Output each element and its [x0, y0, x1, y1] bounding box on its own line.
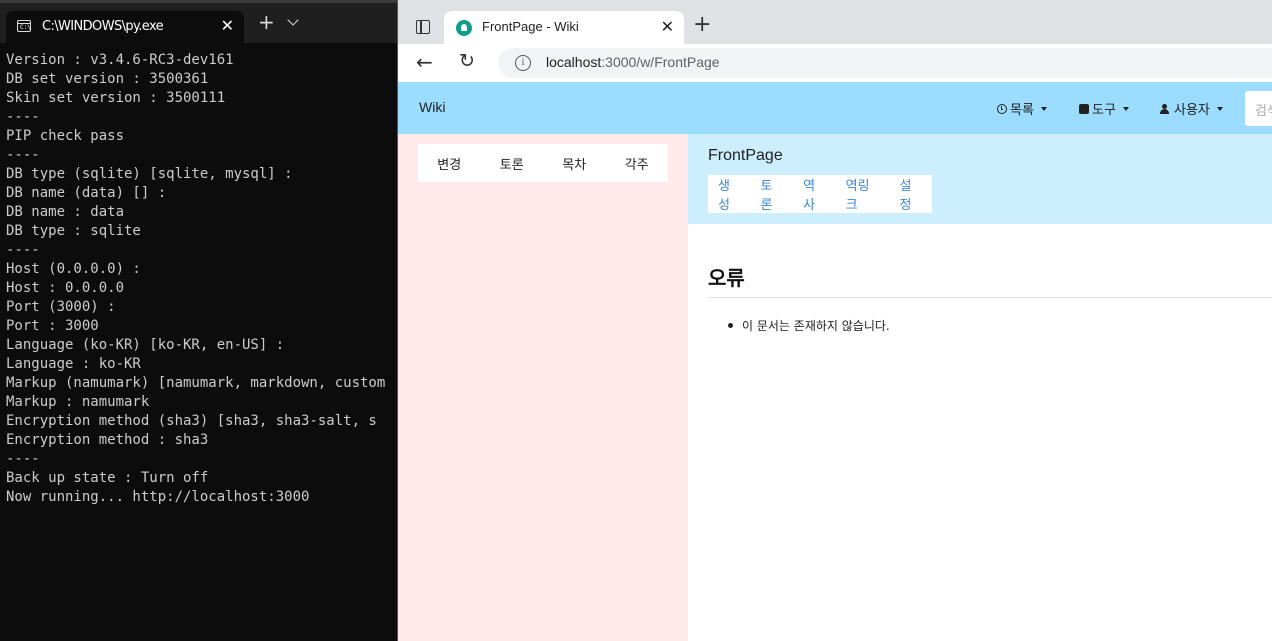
new-tab-icon[interactable]: + — [693, 14, 711, 36]
terminal-tab-bar: C:\ C:\WINDOWS\py.exe ✕ + — [0, 3, 398, 43]
terminal-line: Host : 0.0.0.0 — [6, 280, 125, 296]
clock-icon — [997, 103, 1007, 114]
bullet-icon — [728, 323, 733, 328]
browser-tab-active[interactable]: FrontPage - Wiki ✕ — [444, 11, 684, 44]
terminal-line: ---- — [6, 147, 40, 163]
nav-user-label: 사용자 — [1174, 103, 1210, 118]
back-arrow-icon[interactable]: ← — [416, 52, 436, 72]
sidebar-item-footnotes[interactable]: 각주 — [625, 154, 649, 173]
error-heading: 오류 — [708, 266, 745, 290]
address-bar[interactable]: i localhost:3000/w/FrontPage — [498, 48, 1272, 78]
terminal-line: Language : ko-KR — [6, 356, 141, 372]
terminal-line: Port (3000) : — [6, 299, 116, 315]
terminal-line: Encryption method : sha3 — [6, 432, 209, 448]
wiki-brand[interactable]: Wiki — [419, 99, 445, 115]
wiki-navbar: Wiki 목록 도구 사용자 검색 — [398, 82, 1272, 134]
nav-list-label: 목록 — [1010, 103, 1034, 118]
tab-actions-icon[interactable] — [416, 20, 430, 34]
browser-toolbar: ← ↻ i localhost:3000/w/FrontPage — [398, 44, 1272, 83]
nav-list-dropdown[interactable]: 목록 — [997, 99, 1047, 118]
browser-window: FrontPage - Wiki ✕ + ← ↻ i localhost:300… — [397, 0, 1272, 641]
terminal-tab-title: C:\WINDOWS\py.exe — [42, 19, 164, 34]
terminal-line: Skin set version : 3500111 — [6, 90, 226, 106]
terminal-line: DB type (sqlite) [sqlite, mysql] : — [6, 166, 293, 182]
terminal-line: Host (0.0.0.0) : — [6, 261, 141, 277]
terminal-line: Now running... http://localhost:3000 — [6, 489, 310, 505]
search-input[interactable]: 검색 — [1245, 91, 1272, 126]
sidebar-item-discussion[interactable]: 토론 — [500, 154, 524, 173]
sidebar-item-changes[interactable]: 변경 — [437, 154, 461, 173]
reload-icon[interactable]: ↻ — [459, 51, 479, 71]
nav-tools-dropdown[interactable]: 도구 — [1079, 99, 1129, 118]
heading-divider — [708, 297, 1272, 298]
terminal-line: Language (ko-KR) [ko-KR, en-US] : — [6, 337, 285, 353]
document-menu: 생성 토론 역사 역링크 설정 — [708, 175, 932, 213]
terminal-icon-text: C:\ — [20, 24, 31, 31]
tools-icon — [1079, 103, 1089, 114]
new-tab-icon[interactable]: + — [258, 12, 275, 32]
caret-down-icon — [1122, 106, 1129, 111]
info-icon[interactable]: i — [515, 55, 531, 71]
nav-tools-label: 도구 — [1092, 103, 1116, 118]
doc-menu-settings[interactable]: 설정 — [899, 175, 922, 213]
chevron-down-icon[interactable] — [287, 14, 299, 26]
wiki-sidebar: 변경 토론 목차 각주 — [398, 134, 688, 641]
document-content: 오류 이 문서는 존재하지 않습니다. — [688, 224, 1272, 641]
url-path: :3000/w/FrontPage — [601, 54, 720, 70]
close-icon[interactable]: ✕ — [661, 17, 674, 36]
terminal-line: Markup (namumark) [namumark, markdown, c… — [6, 375, 386, 391]
terminal-line: DB name (data) [] : — [6, 185, 167, 201]
sidebar-menu: 변경 토론 목차 각주 — [418, 144, 668, 182]
terminal-line: Back up state : Turn off — [6, 470, 209, 486]
terminal-line: Encryption method (sha3) [sha3, sha3-sal… — [6, 413, 377, 429]
document-header: FrontPage 생성 토론 역사 역링크 설정 — [688, 134, 1272, 224]
terminal-line: PIP check pass — [6, 128, 125, 144]
caret-down-icon — [1216, 106, 1223, 111]
wiki-page: Wiki 목록 도구 사용자 검색 변경 토론 — [398, 82, 1272, 641]
terminal-line: DB set version : 3500361 — [6, 71, 209, 87]
terminal-line: Version : v3.4.6-RC3-dev161 — [6, 52, 234, 68]
terminal-line: ---- — [6, 242, 40, 258]
caret-down-icon — [1040, 106, 1047, 111]
terminal-line: DB type : sqlite — [6, 223, 141, 239]
terminal-line: DB name : data — [6, 204, 125, 220]
doc-menu-discussion[interactable]: 토론 — [761, 175, 784, 213]
user-icon — [1160, 103, 1171, 114]
close-icon[interactable]: ✕ — [221, 16, 234, 35]
terminal-output: Version : v3.4.6-RC3-dev161 DB set versi… — [6, 51, 385, 507]
error-message: 이 문서는 존재하지 않습니다. — [742, 319, 890, 333]
browser-tab-title: FrontPage - Wiki — [482, 19, 579, 34]
doc-menu-backlinks[interactable]: 역링크 — [846, 175, 880, 213]
terminal-icon: C:\ — [17, 20, 31, 32]
terminal-line: ---- — [6, 451, 40, 467]
search-placeholder: 검색 — [1255, 104, 1272, 119]
browser-tab-bar: FrontPage - Wiki ✕ + — [398, 0, 1272, 44]
url-text[interactable]: localhost:3000/w/FrontPage — [546, 54, 720, 70]
doc-menu-history[interactable]: 역사 — [803, 175, 826, 213]
terminal-line: ---- — [6, 109, 40, 125]
terminal-line: Markup : namumark — [6, 394, 150, 410]
sidebar-item-toc[interactable]: 목차 — [562, 154, 586, 173]
terminal-tab[interactable]: C:\ C:\WINDOWS\py.exe ✕ — [6, 11, 244, 43]
error-list-item: 이 문서는 존재하지 않습니다. — [728, 317, 890, 334]
doc-menu-create[interactable]: 생성 — [718, 175, 741, 213]
terminal-window: C:\ C:\WINDOWS\py.exe ✕ + Version : v3.4… — [0, 0, 398, 641]
terminal-line: Port : 3000 — [6, 318, 99, 334]
nav-user-dropdown[interactable]: 사용자 — [1160, 99, 1223, 118]
page-title: FrontPage — [708, 147, 783, 164]
url-host: localhost — [546, 54, 602, 70]
favicon-icon — [456, 20, 472, 36]
